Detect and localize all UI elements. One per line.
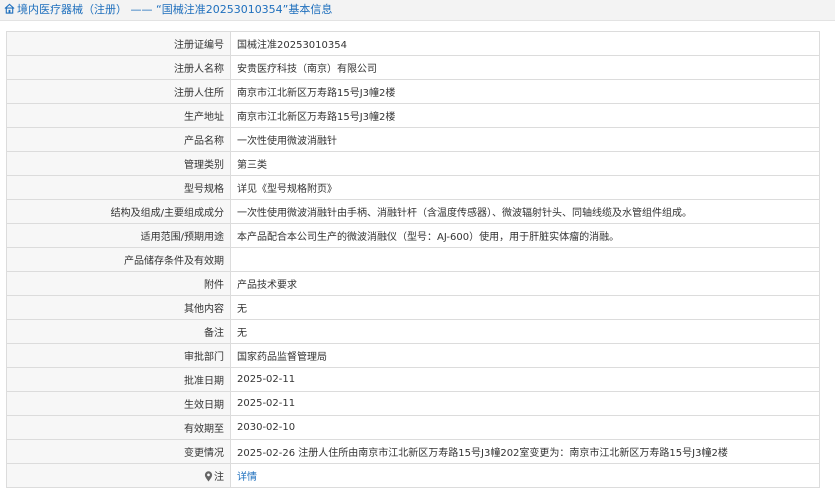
table-row: 附件 产品技术要求 [6, 271, 820, 296]
field-value: 安贵医疗科技（南京）有限公司 [230, 55, 820, 80]
field-value: 一次性使用微波消融针由手柄、消融针杆（含温度传感器）、微波辐射针头、同轴线缆及水… [230, 199, 820, 224]
field-label: 批准日期 [6, 367, 231, 392]
field-value: 国家药品监督管理局 [230, 343, 820, 368]
table-row: 备注无 [6, 319, 820, 344]
table-row: 适用范围/预期用途 本产品配合本公司生产的微波消融仪（型号：AJ-600）使用，用… [6, 223, 820, 248]
field-label: 产品名称 [6, 127, 231, 152]
field-value: 一次性使用微波消融针 [230, 127, 820, 152]
table-row: 产品储存条件及有效期 [6, 247, 820, 272]
field-label: 管理类别 [6, 151, 231, 176]
field-label: 备注 [6, 319, 231, 344]
field-value: 2025-02-26 注册人住所由南京市江北新区万寿路15号J3幢202室变更为… [230, 439, 820, 464]
registration-info-table: 注册证编号 国械注准20253010354 注册人名称 安贵医疗科技（南京）有限公司… [6, 31, 820, 488]
field-value: 2025-02-11 [230, 367, 820, 392]
table-row: 注册证编号 国械注准20253010354 [6, 31, 820, 56]
field-label: 变更情况 [6, 439, 231, 464]
table-row: 结构及组成/主要组成成分 一次性使用微波消融针由手柄、消融针杆（含温度传感器）、微… [6, 199, 820, 224]
table-row: 生产地址 南京市江北新区万寿路15号J3幢2楼 [6, 103, 820, 128]
field-value: 2030-02-10 [230, 415, 820, 440]
field-value: 国械注准20253010354 [230, 31, 820, 56]
table-row: 生效日期 2025-02-11 [6, 391, 820, 416]
field-label: 其他内容 [6, 295, 231, 320]
home-icon [4, 3, 15, 14]
record-title: “国械注准20253010354”基本信息 [156, 3, 333, 16]
table-row: 变更情况 2025-02-26 注册人住所由南京市江北新区万寿路15号J3幢202… [6, 439, 820, 464]
field-label: 附件 [6, 271, 231, 296]
table-row: 审批部门 国家药品监督管理局 [6, 343, 820, 368]
field-value: 2025-02-11 [230, 391, 820, 416]
note-value-cell: 详情 [230, 463, 820, 488]
field-label: 审批部门 [6, 343, 231, 368]
field-label: 产品储存条件及有效期 [6, 247, 231, 272]
field-value: 详见《型号规格附页》 [230, 175, 820, 200]
field-label: 注册人住所 [6, 79, 231, 104]
field-value: 产品技术要求 [230, 271, 820, 296]
note-row: 注 详情 [6, 463, 820, 488]
field-value: 第三类 [230, 151, 820, 176]
map-pin-icon [204, 471, 213, 482]
field-label: 适用范围/预期用途 [6, 223, 231, 248]
field-value [230, 247, 820, 272]
field-value: 无 [230, 319, 820, 344]
table-row: 产品名称 一次性使用微波消融针 [6, 127, 820, 152]
field-label: 有效期至 [6, 415, 231, 440]
field-value: 南京市江北新区万寿路15号J3幢2楼 [230, 79, 820, 104]
table-row: 管理类别 第三类 [6, 151, 820, 176]
field-label: 型号规格 [6, 175, 231, 200]
field-value: 南京市江北新区万寿路15号J3幢2楼 [230, 103, 820, 128]
category-breadcrumb-link[interactable]: 境内医疗器械（注册） [17, 3, 127, 16]
field-label: 结构及组成/主要组成成分 [6, 199, 231, 224]
details-link[interactable]: 详情 [237, 472, 257, 483]
page-header: 境内医疗器械（注册） —— “国械注准20253010354”基本信息 [0, 0, 835, 21]
breadcrumb-separator: —— [130, 3, 153, 16]
table-row: 有效期至 2030-02-10 [6, 415, 820, 440]
table-row: 批准日期 2025-02-11 [6, 367, 820, 392]
note-label: 注 [214, 472, 224, 483]
table-row: 注册人住所 南京市江北新区万寿路15号J3幢2楼 [6, 79, 820, 104]
table-row: 型号规格 详见《型号规格附页》 [6, 175, 820, 200]
field-label: 生效日期 [6, 391, 231, 416]
note-label-cell: 注 [6, 463, 231, 488]
field-label: 生产地址 [6, 103, 231, 128]
table-row: 其他内容无 [6, 295, 820, 320]
field-label: 注册人名称 [6, 55, 231, 80]
field-value: 本产品配合本公司生产的微波消融仪（型号：AJ-600）使用，用于肝脏实体瘤的消融… [230, 223, 820, 248]
field-label: 注册证编号 [6, 31, 231, 56]
field-value: 无 [230, 295, 820, 320]
table-row: 注册人名称 安贵医疗科技（南京）有限公司 [6, 55, 820, 80]
